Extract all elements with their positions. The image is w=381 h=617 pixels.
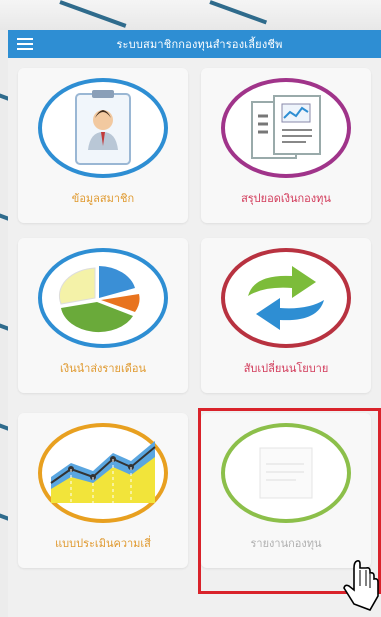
tile-label: แบบประเมินความเสี่ xyxy=(55,537,151,550)
switch-policy-arrows-icon xyxy=(221,248,351,348)
tile-risk-assessment[interactable]: แบบประเมินความเสี่ xyxy=(18,413,188,568)
fund-summary-document-icon xyxy=(221,78,351,178)
tile-label: เงินนำส่งรายเดือน xyxy=(60,362,146,375)
tile-fund-report[interactable]: รายงานกองทุน xyxy=(201,413,371,568)
menu-grid: ข้อมูลสมาชิก สรุปยอดเงินกองทุน เงินนำส่ง… xyxy=(8,58,381,617)
tile-label: ข้อมูลสมาชิก xyxy=(71,192,135,205)
tile-monthly-contribution[interactable]: เงินนำส่งรายเดือน xyxy=(18,238,188,393)
app-header: ระบบสมาชิกกองทุนสำรองเลี้ยงชีพ xyxy=(8,30,381,58)
monthly-pie-chart-icon xyxy=(38,248,168,348)
tile-member-info[interactable]: ข้อมูลสมาชิก xyxy=(18,68,188,223)
hamburger-menu-icon[interactable] xyxy=(8,30,42,58)
tile-switch-policy[interactable]: สับเปลี่ยนนโยบาย xyxy=(201,238,371,393)
tile-label: สับเปลี่ยนนโยบาย xyxy=(243,362,329,375)
window-frame-top xyxy=(0,0,381,30)
tile-fund-summary[interactable]: สรุปยอดเงินกองทุน xyxy=(201,68,371,223)
member-clipboard-icon xyxy=(38,78,168,178)
tile-label: รายงานกองทุน xyxy=(250,537,322,550)
fund-report-icon xyxy=(221,423,351,523)
hand-cursor-icon xyxy=(340,560,381,617)
page-title: ระบบสมาชิกกองทุนสำรองเลี้ยงชีพ xyxy=(116,38,283,51)
risk-assessment-chart-icon xyxy=(38,423,168,523)
tile-label: สรุปยอดเงินกองทุน xyxy=(241,192,331,205)
